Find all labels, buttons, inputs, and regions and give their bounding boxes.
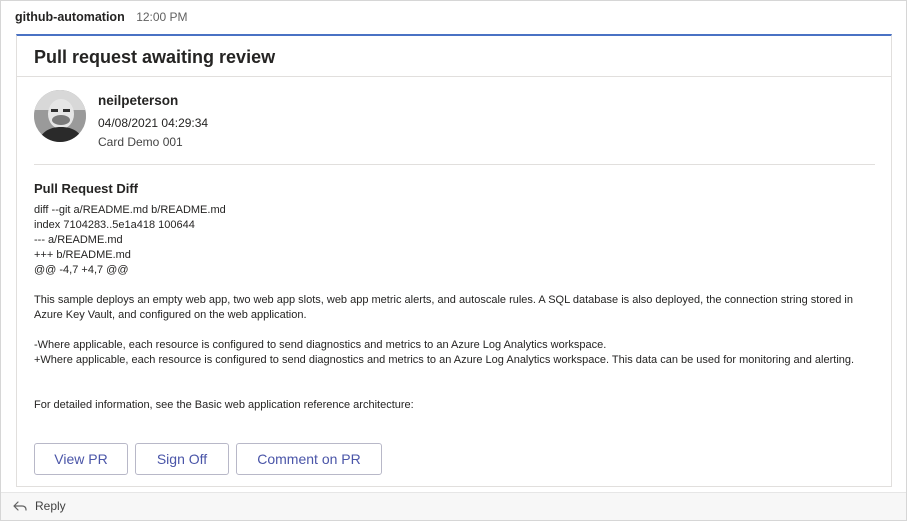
message-container: github-automation 12:00 PM Pull request … (0, 0, 907, 521)
diff-line: +++ b/README.md (34, 249, 131, 261)
person-avatar-icon (34, 90, 86, 142)
reply-label: Reply (35, 499, 66, 513)
adaptive-card: Pull request awaiting review neilpeterso… (16, 34, 892, 487)
message-header: github-automation 12:00 PM (15, 10, 188, 24)
pr-date: 04/08/2021 04:29:34 (98, 116, 209, 130)
diff-line: index 7104283..5e1a418 100644 (34, 219, 195, 231)
diff-line: diff --git a/README.md b/README.md (34, 204, 226, 216)
card-title: Pull request awaiting review (34, 47, 276, 67)
divider (34, 164, 875, 165)
message-footer: Reply (1, 492, 906, 520)
author-name: neilpeterson (98, 93, 179, 108)
card-subtitle: Card Demo 001 (98, 135, 183, 149)
divider (17, 76, 891, 77)
reply-button[interactable]: Reply (13, 499, 66, 513)
section-title: Pull Request Diff (34, 181, 139, 196)
diff-line: --- a/README.md (34, 234, 123, 246)
comment-on-pr-button[interactable]: Comment on PR (236, 443, 382, 475)
description-paragraph: This sample deploys an empty web app, tw… (34, 294, 853, 322)
avatar (34, 90, 86, 142)
reply-arrow-icon (13, 501, 27, 511)
diff-line: @@ -4,7 +4,7 @@ (34, 264, 129, 276)
description-paragraph: +Where applicable, each resource is conf… (34, 354, 855, 366)
description-paragraph: -Where applicable, each resource is conf… (34, 339, 607, 351)
message-time: 12:00 PM (136, 10, 188, 24)
sign-off-button[interactable]: Sign Off (135, 443, 229, 475)
view-pr-button[interactable]: View PR (34, 443, 128, 475)
sender-name[interactable]: github-automation (15, 10, 125, 24)
description-paragraph: For detailed information, see the Basic … (34, 399, 414, 411)
